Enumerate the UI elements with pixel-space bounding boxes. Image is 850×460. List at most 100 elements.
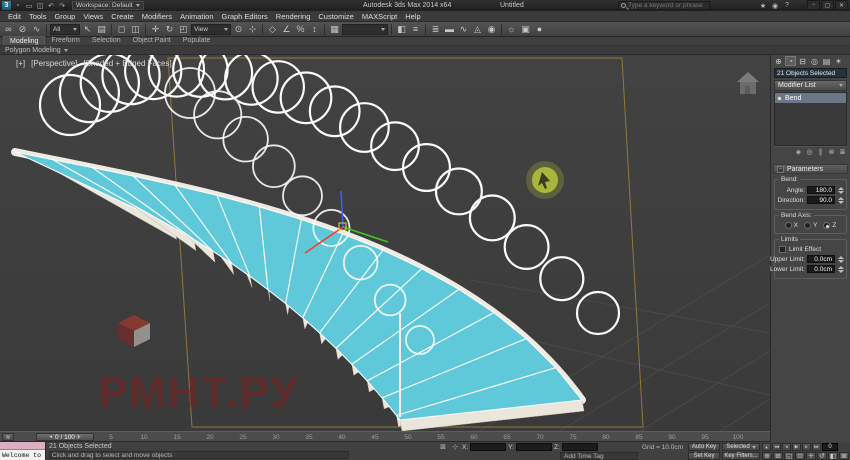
render-production-icon[interactable]: ● (533, 23, 546, 36)
maxscript-mini-listener[interactable]: Welcome to M (0, 442, 46, 460)
named-selection-dropdown[interactable] (342, 24, 388, 35)
polygon-modeling-panel[interactable]: Polygon Modeling (0, 46, 850, 55)
select-and-move-icon[interactable]: ✛ (149, 23, 162, 36)
select-and-rotate-icon[interactable]: ↻ (163, 23, 176, 36)
menu-group[interactable]: Group (50, 12, 79, 21)
viewport-nav-menu[interactable]: [+] (16, 59, 25, 68)
upper-limit-field[interactable]: 0.0cm (807, 255, 835, 263)
menu-create[interactable]: Create (107, 12, 138, 21)
workspace-dropdown[interactable]: Workspace: Default (72, 1, 144, 10)
selection-set-dropdown[interactable]: Selected (722, 443, 760, 451)
material-editor-icon[interactable]: ◉ (485, 23, 498, 36)
viewport[interactable]: РМНТ.РУ [+] [Perspective] [Shaded + Edge… (0, 55, 770, 431)
mini-curve-editor-button[interactable]: ≋ (2, 433, 14, 441)
percent-snap-icon[interactable]: % (294, 23, 307, 36)
track-bar[interactable]: ≋ ◂ 0 / 100 ▸ 05101520253035404550556065… (0, 431, 770, 442)
current-frame-field[interactable]: 0 (822, 443, 838, 451)
zoom-icon[interactable]: ⊕ (762, 452, 772, 460)
key-mode-toggle-icon[interactable]: ● (762, 443, 771, 451)
next-frame-icon[interactable]: ▸ (802, 443, 811, 451)
render-setup-icon[interactable]: ☼ (505, 23, 518, 36)
pin-stack-icon[interactable]: ◈ (794, 148, 803, 157)
spinner-down-icon[interactable] (838, 260, 844, 263)
mirror-icon[interactable]: ◧ (395, 23, 408, 36)
spinner-up-icon[interactable] (838, 197, 844, 200)
menu-edit[interactable]: Edit (4, 12, 25, 21)
direction-field[interactable]: 90.0 (807, 196, 835, 204)
close-button[interactable]: ✕ (835, 0, 848, 10)
menu-help[interactable]: Help (401, 12, 424, 21)
field-of-view-icon[interactable]: ◧ (828, 452, 838, 460)
orbit-icon[interactable]: ↺ (817, 452, 827, 460)
layer-manager-icon[interactable]: ≣ (429, 23, 442, 36)
display-tab[interactable]: ▤ (821, 56, 832, 66)
modifier-list-dropdown[interactable]: Modifier List (774, 80, 847, 91)
bind-to-space-warp-icon[interactable]: ∿ (30, 23, 43, 36)
play-animation-icon[interactable]: ▶ (792, 443, 801, 451)
y-coordinate-field[interactable] (516, 443, 552, 451)
ribbon-tab-freeform[interactable]: Freeform (45, 36, 85, 45)
modify-tab[interactable]: ◔ (785, 56, 796, 66)
undo-icon[interactable]: ↶ (46, 1, 56, 10)
motion-tab[interactable]: ◎ (809, 56, 820, 66)
use-center-icon[interactable]: ⊙ (232, 23, 245, 36)
angle-spinner[interactable] (837, 187, 844, 194)
modifier-stack-item-bend[interactable]: Bend (775, 93, 846, 103)
viewport-shading-menu[interactable]: [Shaded + Edged Faces] (83, 59, 171, 68)
rectangular-selection-icon[interactable]: ◻ (115, 23, 128, 36)
axis-radio-y[interactable] (804, 222, 811, 229)
menu-animation[interactable]: Animation (176, 12, 217, 21)
go-to-end-icon[interactable]: ▸▸ (812, 443, 821, 451)
zoom-extents-icon[interactable]: ◱ (784, 452, 794, 460)
previous-frame-icon[interactable]: ◂ (782, 443, 791, 451)
redo-icon[interactable]: ↷ (57, 1, 67, 10)
spinner-up-icon[interactable] (838, 256, 844, 259)
lower-limit-spinner[interactable] (837, 266, 844, 273)
configure-modifier-sets-icon[interactable]: ≣ (838, 148, 847, 157)
menu-customize[interactable]: Customize (314, 12, 357, 21)
open-file-icon[interactable]: ▭ (24, 1, 34, 10)
object-name-field[interactable]: 21 Objects Selected (774, 68, 847, 78)
z-coordinate-field[interactable] (562, 443, 598, 451)
set-key-button[interactable]: Set Key (688, 452, 720, 460)
maximize-button[interactable]: ◻ (821, 0, 834, 10)
save-file-icon[interactable]: ◫ (35, 1, 45, 10)
window-crossing-icon[interactable]: ◫ (129, 23, 142, 36)
direction-spinner[interactable] (837, 197, 844, 204)
select-and-manipulate-icon[interactable]: ⊹ (246, 23, 259, 36)
select-and-link-icon[interactable]: ∞ (2, 23, 15, 36)
menu-maxscript[interactable]: MAXScript (358, 12, 401, 21)
listener-line[interactable]: Welcome to M (0, 450, 45, 460)
show-end-result-icon[interactable]: ◎ (805, 148, 814, 157)
viewport-canvas[interactable]: РМНТ.РУ (0, 55, 770, 431)
create-tab[interactable]: ⊕ (773, 56, 784, 66)
key-filters-button[interactable]: Key Filters... (722, 452, 760, 460)
minimize-button[interactable]: − (807, 0, 820, 10)
edit-named-selection-sets-icon[interactable]: ▦ (328, 23, 341, 36)
make-unique-icon[interactable]: ∥ (816, 148, 825, 157)
remove-modifier-icon[interactable]: ⊗ (827, 148, 836, 157)
graphite-ribbon-icon[interactable]: ▬ (443, 23, 456, 36)
snap-toggle-icon[interactable]: ◇ (266, 23, 279, 36)
favorites-icon[interactable]: ★ (758, 1, 768, 10)
menu-graph-editors[interactable]: Graph Editors (218, 12, 272, 21)
viewcube-home-icon[interactable] (737, 72, 759, 94)
parameters-rollout-header[interactable]: − Parameters (773, 164, 848, 174)
align-icon[interactable]: ≡ (409, 23, 422, 36)
menu-tools[interactable]: Tools (25, 12, 51, 21)
selection-filter-dropdown[interactable]: All (50, 24, 80, 35)
search-input[interactable] (628, 2, 707, 9)
menu-modifiers[interactable]: Modifiers (138, 12, 176, 21)
curve-editor-icon[interactable]: ∿ (457, 23, 470, 36)
app-logo-icon[interactable]: 3 (2, 1, 11, 10)
ribbon-tab-object-paint[interactable]: Object Paint (127, 36, 177, 45)
spinner-down-icon[interactable] (838, 191, 844, 194)
spinner-down-icon[interactable] (838, 201, 844, 204)
search-box[interactable] (618, 1, 710, 10)
ribbon-tab-selection[interactable]: Selection (86, 36, 127, 45)
ribbon-tab-populate[interactable]: Populate (177, 36, 217, 45)
axis-radio-z[interactable] (823, 222, 830, 229)
previous-frame-arrow-icon[interactable]: ◂ (49, 434, 52, 440)
add-time-tag[interactable]: Add Time Tag (560, 452, 638, 460)
zoom-all-icon[interactable]: ⊞ (773, 452, 783, 460)
